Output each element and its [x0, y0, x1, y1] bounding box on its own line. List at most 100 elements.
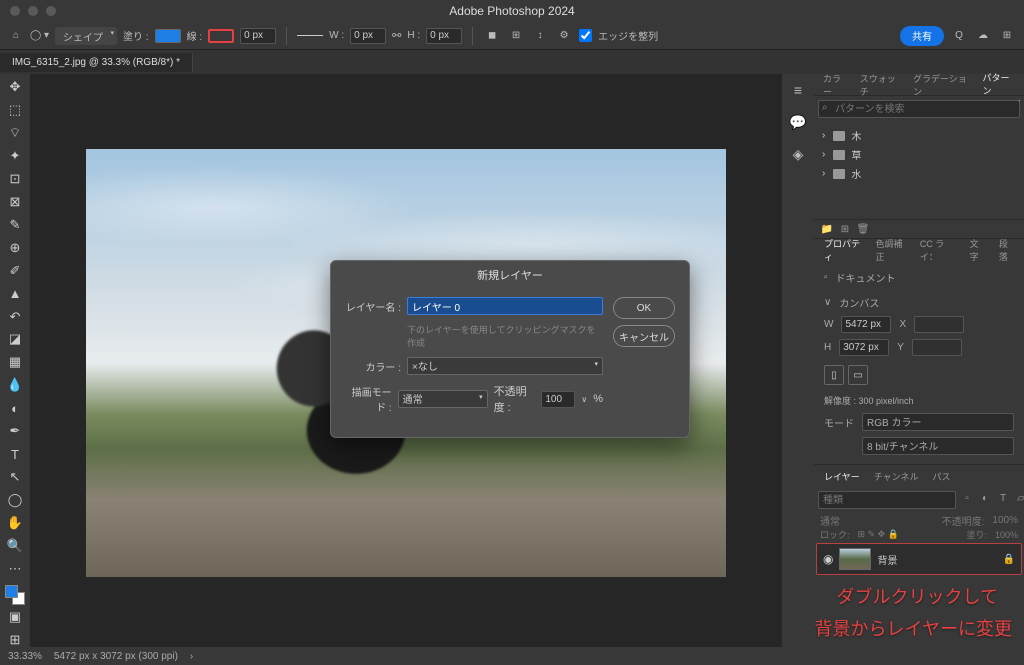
pattern-search[interactable] [818, 100, 1020, 118]
marquee-tool[interactable]: ⬚ [3, 99, 27, 121]
brush-tool[interactable]: ✐ [3, 260, 27, 282]
options-bar: ⌂ ◯ ▾ シェイプ 塗り : 線 : W : ⚯ H : ◼ ⊞ ↕ ⚙ エッ… [0, 22, 1024, 50]
stroke-swatch[interactable] [208, 29, 234, 43]
tab-properties[interactable]: プロパティ [820, 234, 865, 266]
height-field[interactable] [426, 28, 462, 44]
tab-layers[interactable]: レイヤー [820, 467, 864, 486]
canvas-h[interactable] [839, 339, 889, 356]
tab-paths[interactable]: パス [928, 467, 954, 486]
doc-icon: ▫ [824, 272, 828, 283]
tool-preset-icon[interactable]: ◯ ▾ [30, 30, 49, 41]
blend-mode-dropdown[interactable]: 通常 [398, 390, 488, 408]
libraries-panel-icon[interactable]: ◈ [788, 144, 808, 164]
titlebar: Adobe Photoshop 2024 [0, 0, 1024, 22]
folder-icon [833, 169, 845, 179]
width-field[interactable] [350, 28, 386, 44]
align-icon[interactable]: ⊞ [507, 27, 525, 45]
tree-item[interactable]: 草 [822, 145, 1016, 164]
stamp-tool[interactable]: ▲ [3, 283, 27, 305]
panels-column: カラー スウォッチ グラデーション パターン ⌕ 木 草 水 📁⊞🗑 プロパティ… [814, 74, 1024, 651]
filter-shape-icon[interactable]: ▱ [1014, 491, 1024, 505]
canvas-y[interactable] [912, 339, 962, 356]
orient-landscape-icon[interactable]: ▭ [848, 365, 868, 385]
fg-bg-color[interactable] [5, 585, 25, 605]
crop-tool[interactable]: ⊡ [3, 168, 27, 190]
layer-background[interactable]: ◉ 背景 🔒 [816, 543, 1022, 575]
pen-tool[interactable]: ✒ [3, 420, 27, 442]
prop-doc-label: ドキュメント [836, 270, 896, 285]
more-tools[interactable]: ⋯ [3, 558, 27, 580]
heal-tool[interactable]: ⊕ [3, 237, 27, 259]
type-tool[interactable]: T [3, 443, 27, 465]
color-mode-dropdown[interactable]: RGB カラー [862, 413, 1014, 431]
w-label: W : [329, 30, 344, 41]
pattern-tree: 木 草 水 [814, 122, 1024, 187]
doc-dimensions: 5472 px x 3072 px (300 ppi) [54, 651, 178, 662]
history-panel-icon[interactable]: ≡ [788, 80, 808, 100]
tree-item[interactable]: 木 [822, 126, 1016, 145]
tree-item[interactable]: 水 [822, 164, 1016, 183]
layer-filter[interactable] [818, 491, 956, 509]
zoom-tool[interactable]: 🔍 [3, 535, 27, 557]
tab-cclib[interactable]: CC ライ： [916, 234, 960, 266]
align-edges-check[interactable] [579, 29, 592, 42]
gradient-tool[interactable]: ▦ [3, 351, 27, 373]
arrange-icon[interactable]: ↕ [531, 27, 549, 45]
move-tool[interactable]: ✥ [3, 76, 27, 98]
canvas-w[interactable] [841, 316, 891, 333]
cancel-button[interactable]: キャンセル [613, 325, 675, 347]
visibility-icon[interactable]: ◉ [823, 552, 833, 566]
tab-text[interactable]: 文字 [966, 234, 989, 266]
orient-portrait-icon[interactable]: ▯ [824, 365, 844, 385]
eraser-tool[interactable]: ◪ [3, 328, 27, 350]
ellipse-tool[interactable]: ◯ [3, 489, 27, 511]
path-ops-icon[interactable]: ◼ [483, 27, 501, 45]
hand-tool[interactable]: ✋ [3, 512, 27, 534]
document-tab[interactable]: IMG_6315_2.jpg @ 33.3% (RGB/8*) * [0, 53, 193, 72]
tab-para[interactable]: 段落 [995, 234, 1018, 266]
color-panel-tabs: カラー スウォッチ グラデーション パターン [814, 74, 1024, 96]
frame-tool[interactable]: ⊠ [3, 191, 27, 213]
path-tool[interactable]: ↖ [3, 466, 27, 488]
stroke-label: 線 : [187, 28, 203, 43]
lasso-tool[interactable]: ⌔ [3, 122, 27, 144]
layer-name-label: レイヤー名 : [345, 299, 401, 314]
collapsed-panels: ≡ 💬 ◈ [782, 74, 814, 651]
annotation-1: ダブルクリックして [837, 583, 998, 609]
zoom-level[interactable]: 33.33% [8, 651, 42, 662]
filter-img-icon[interactable]: ▫ [960, 491, 974, 505]
stroke-width-field[interactable] [240, 28, 276, 44]
layer-name-input[interactable] [407, 297, 603, 315]
bit-depth-dropdown[interactable]: 8 bit/チャンネル [862, 437, 1014, 455]
link-icon[interactable]: ⚯ [392, 29, 401, 42]
tools-panel: ✥ ⬚ ⌔ ✦ ⊡ ⊠ ✎ ⊕ ✐ ▲ ↶ ◪ ▦ 💧 ◐ ✒ T ↖ ◯ ✋ … [0, 74, 30, 651]
quickmask-icon[interactable]: ▣ [3, 606, 27, 628]
home-icon[interactable]: ⌂ [8, 28, 24, 44]
filter-type-icon[interactable]: T [996, 491, 1010, 505]
dodge-tool[interactable]: ◐ [3, 397, 27, 419]
tab-channels[interactable]: チャンネル [870, 467, 923, 486]
cloud-icon[interactable]: ☁ [974, 27, 992, 45]
stroke-type-icon[interactable] [297, 35, 323, 36]
share-button[interactable]: 共有 [900, 26, 944, 46]
blend-mode-label: 描画モード : [345, 384, 392, 414]
tab-adjust[interactable]: 色調補正 [871, 234, 909, 266]
shape-mode-dropdown[interactable]: シェイプ [55, 27, 117, 45]
search-icon[interactable]: Q [950, 27, 968, 45]
opacity-label-dlg: 不透明度 : [494, 383, 536, 415]
align-edges-label: エッジを整列 [598, 28, 658, 43]
canvas-x[interactable] [914, 316, 964, 333]
filter-adj-icon[interactable]: ◐ [978, 491, 992, 505]
history-brush-tool[interactable]: ↶ [3, 306, 27, 328]
clipping-mask-check: 下のレイヤーを使用してクリッピングマスクを作成 [345, 323, 603, 349]
blur-tool[interactable]: 💧 [3, 374, 27, 396]
comments-panel-icon[interactable]: 💬 [788, 112, 808, 132]
gear-icon[interactable]: ⚙ [555, 27, 573, 45]
layer-color-dropdown[interactable]: ×なし [407, 357, 603, 375]
wand-tool[interactable]: ✦ [3, 145, 27, 167]
fill-swatch[interactable] [155, 29, 181, 43]
ok-button[interactable]: OK [613, 297, 675, 319]
eyedropper-tool[interactable]: ✎ [3, 214, 27, 236]
opacity-input[interactable] [541, 391, 575, 408]
workspace-icon[interactable]: ⊞ [998, 27, 1016, 45]
